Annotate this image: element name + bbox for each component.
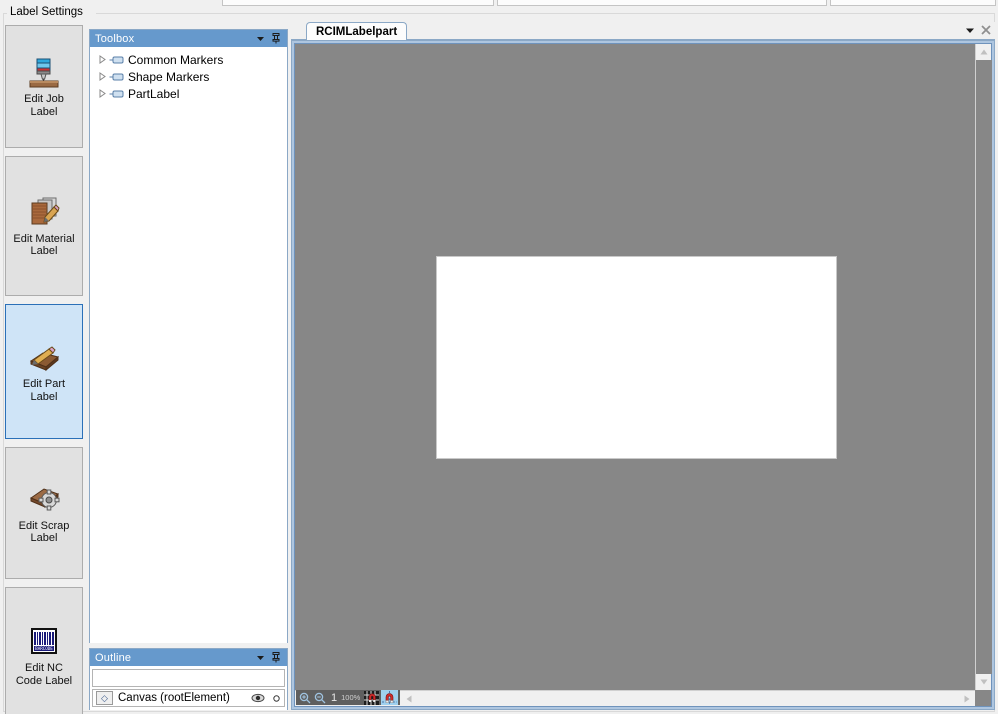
scroll-right-button[interactable]	[959, 691, 975, 707]
outline-row-label: Canvas (rootElement)	[113, 692, 248, 704]
cutoff-field-2	[497, 0, 827, 6]
code-brackets-icon: ◇	[96, 691, 113, 705]
snap-magnet-icon[interactable]	[381, 690, 398, 705]
pin-icon[interactable]	[268, 650, 284, 665]
sidebar-item-edit-scrap-label[interactable]: Edit ScrapLabel	[5, 447, 83, 579]
application-window: Label Settings Edit JobLabel	[0, 0, 998, 714]
zoom-percent-value[interactable]: 100%	[341, 693, 362, 702]
top-cutoff-strip	[0, 0, 998, 8]
eye-icon[interactable]	[248, 693, 268, 703]
toolbox-header: Toolbox	[90, 30, 287, 47]
sidebar-item-label: Edit JobLabel	[22, 93, 66, 118]
cutoff-field-3	[830, 0, 996, 6]
group-border-right	[96, 13, 995, 14]
sidebar-item-label: Edit ScrapLabel	[17, 520, 72, 545]
outline-header: Outline	[90, 649, 287, 666]
label-canvas-root-element[interactable]	[436, 256, 837, 459]
toolbox-tree: Common Markers Shape Markers	[90, 47, 287, 102]
zoom-level-value[interactable]: 1	[328, 692, 340, 704]
snap-grid-icon[interactable]	[363, 690, 380, 705]
zoom-out-icon[interactable]	[313, 691, 327, 704]
toolbox-panel: Toolbox	[89, 29, 288, 643]
scrollbar-corner	[975, 690, 991, 706]
chevron-down-icon[interactable]	[965, 25, 975, 38]
sidebar-item-edit-job-label[interactable]: Edit JobLabel	[5, 25, 83, 148]
toolbox-item-partlabel[interactable]: PartLabel	[96, 85, 287, 102]
barcode-icon: BARCODE	[27, 624, 61, 658]
part-pencil-icon	[27, 340, 61, 374]
pin-icon[interactable]	[268, 31, 284, 46]
outline-search-input[interactable]	[92, 669, 285, 687]
triangle-right-icon[interactable]	[96, 55, 109, 64]
document-area: RCIMLabelpart	[291, 22, 995, 710]
vertical-scroll-thumb[interactable]	[976, 60, 992, 674]
vertical-scrollbar[interactable]	[975, 44, 991, 690]
document-frame: 1 100%	[291, 40, 995, 710]
outline-body: ◇ Canvas (rootElement)	[90, 666, 287, 710]
outline-row-canvas[interactable]: ◇ Canvas (rootElement)	[92, 689, 285, 707]
cutoff-field-1	[222, 0, 494, 6]
material-pencil-icon	[27, 195, 61, 229]
sidebar-item-label: Edit NCCode Label	[14, 662, 74, 687]
sidebar-item-label: Edit MaterialLabel	[11, 233, 76, 258]
label-type-sidebar: Edit JobLabel Edit MaterialLabel	[5, 25, 85, 714]
svg-text:BARCODE: BARCODE	[35, 646, 53, 651]
outline-panel: Outline ◇ Canvas (rootElement)	[89, 648, 288, 710]
toolbox-item-icon	[109, 72, 126, 82]
chevron-down-icon[interactable]	[252, 650, 268, 665]
outline-title: Outline	[95, 652, 252, 664]
toolbox-item-shape-markers[interactable]: Shape Markers	[96, 68, 287, 85]
toolbox-item-label: Shape Markers	[126, 70, 209, 84]
scroll-up-button[interactable]	[976, 44, 992, 60]
toolbox-body: Common Markers Shape Markers	[90, 47, 287, 643]
tab-label: RCIMLabelpart	[316, 26, 397, 38]
zoom-toolbar: 1 100%	[296, 690, 400, 705]
toolbox-item-label: Common Markers	[126, 53, 223, 67]
sidebar-item-edit-part-label[interactable]: Edit PartLabel	[5, 304, 83, 439]
tab-strip: RCIMLabelpart	[291, 22, 995, 40]
toolbox-item-icon	[109, 55, 126, 65]
tab-rcimlabelpart[interactable]: RCIMLabelpart	[306, 22, 407, 40]
design-canvas-viewport[interactable]	[295, 44, 975, 690]
toolbox-item-common-markers[interactable]: Common Markers	[96, 51, 287, 68]
toolbox-title: Toolbox	[95, 33, 252, 45]
close-icon[interactable]	[981, 25, 991, 38]
sidebar-item-edit-material-label[interactable]: Edit MaterialLabel	[5, 156, 83, 296]
scroll-left-button[interactable]	[401, 691, 417, 707]
circle-icon[interactable]	[268, 695, 284, 702]
engraver-tool-icon	[27, 55, 61, 89]
zoom-in-icon[interactable]	[298, 691, 312, 704]
scroll-down-button[interactable]	[976, 674, 992, 690]
toolbox-item-icon	[109, 89, 126, 99]
tab-controls	[965, 22, 991, 40]
chevron-down-icon[interactable]	[252, 31, 268, 46]
sidebar-item-label: Edit PartLabel	[21, 378, 67, 403]
triangle-right-icon[interactable]	[96, 89, 109, 98]
triangle-right-icon[interactable]	[96, 72, 109, 81]
sidebar-item-edit-nc-code-label[interactable]: BARCODE Edit NCCode Label	[5, 587, 83, 714]
toolbox-item-label: PartLabel	[126, 87, 179, 101]
scrap-gear-icon	[27, 482, 61, 516]
group-title: Label Settings	[7, 6, 86, 18]
designer-surface: 1 100%	[294, 43, 992, 707]
